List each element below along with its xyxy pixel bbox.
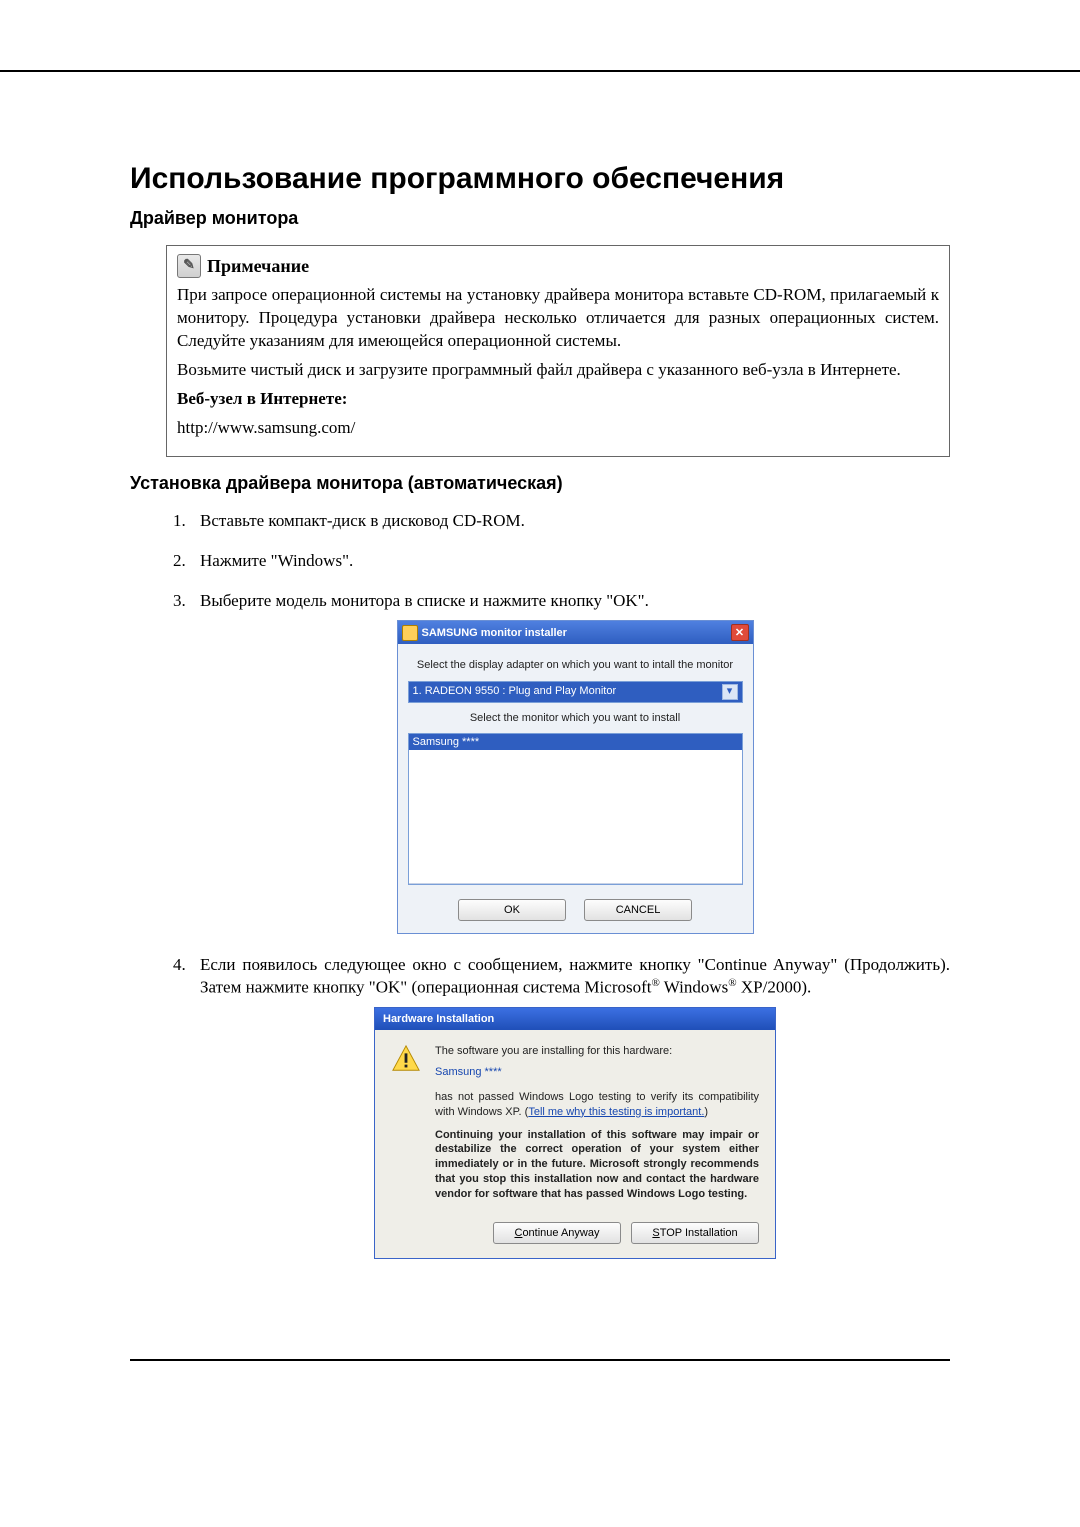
ok-button[interactable]: OK [458, 899, 566, 921]
dialog2-body: The software you are installing for this… [375, 1030, 775, 1258]
hardware-installation-dialog: Hardware Installation Th [374, 1007, 776, 1259]
dialog2-hardware-name: Samsung **** [435, 1065, 759, 1080]
registered-icon: ® [728, 977, 736, 989]
scroll-right-icon[interactable]: › [725, 884, 742, 885]
dialog2-text: The software you are installing for this… [435, 1044, 759, 1202]
note-header: ✎ Примечание [177, 254, 939, 278]
dialog1-body: Select the display adapter on which you … [398, 644, 753, 933]
note-icon: ✎ [177, 254, 201, 278]
horizontal-scrollbar[interactable]: ‹ › [409, 883, 742, 885]
footer-rule [130, 1359, 950, 1361]
page-title: Использование программного обеспечения [130, 162, 950, 196]
note-box: ✎ Примечание При запросе операционной си… [166, 245, 950, 457]
samsung-installer-dialog: SAMSUNG monitor installer ✕ Select the d… [397, 620, 754, 934]
step-1: Вставьте компакт-диск в дисковод CD-ROM. [190, 510, 950, 532]
step-2: Нажмите "Windows". [190, 550, 950, 572]
dialog1-instruction-2: Select the monitor which you want to ins… [408, 711, 743, 725]
chevron-down-icon[interactable]: ▾ [722, 684, 738, 700]
note-paragraph-1: При запросе операционной системы на уста… [177, 284, 939, 353]
why-testing-link[interactable]: Tell me why this testing is important. [528, 1106, 704, 1118]
dialog2-line2b: ) [704, 1106, 708, 1118]
monitor-listbox[interactable]: Samsung **** ‹ › [408, 733, 743, 885]
step-3: Выберите модель монитора в списке и нажм… [190, 590, 950, 934]
document-page: Использование программного обеспечения Д… [0, 70, 1080, 1319]
note-paragraph-2: Возьмите чистый диск и загрузите програм… [177, 359, 939, 382]
cancel-button[interactable]: CANCEL [584, 899, 692, 921]
dialog2-titlebar: Hardware Installation [375, 1008, 775, 1030]
warning-icon [391, 1044, 421, 1074]
note-url: http://www.samsung.com/ [177, 417, 939, 440]
note-label: Примечание [207, 254, 309, 278]
section-driver: Драйвер монитора [130, 208, 950, 229]
list-item[interactable]: Samsung **** [409, 734, 742, 750]
step-4: Если появилось следующее окно с сообщени… [190, 954, 950, 1259]
combo-value: 1. RADEON 9550 : Plug and Play Monitor [413, 684, 617, 698]
steps-list: Вставьте компакт-диск в дисковод CD-ROM.… [190, 510, 950, 1259]
dialog2-line1: The software you are installing for this… [435, 1044, 759, 1059]
step-4-text-c: XP/2000). [737, 978, 812, 997]
step-4-text-b: Windows [660, 978, 728, 997]
section-install-auto: Установка драйвера монитора (автоматичес… [130, 473, 950, 494]
dialog2-line2: has not passed Windows Logo testing to v… [435, 1090, 759, 1120]
continue-label: ontinue Anyway [522, 1227, 599, 1239]
dialog1-titlebar: SAMSUNG monitor installer ✕ [398, 621, 753, 644]
step-3-text: Выберите модель монитора в списке и нажм… [200, 591, 649, 610]
scroll-left-icon[interactable]: ‹ [409, 884, 426, 885]
dialog2-warning-bold: Continuing your installation of this sof… [435, 1128, 759, 1202]
note-web-label: Веб-узел в Интернете: [177, 388, 939, 411]
stop-label: TOP Installation [660, 1227, 738, 1239]
continue-anyway-button[interactable]: Continue Anyway [493, 1222, 621, 1244]
display-adapter-combo[interactable]: 1. RADEON 9550 : Plug and Play Monitor ▾ [408, 681, 743, 703]
dialog1-title-text: SAMSUNG monitor installer [422, 626, 567, 640]
close-icon[interactable]: ✕ [731, 624, 749, 641]
step-4-text-a: Если появилось следующее окно с сообщени… [200, 955, 950, 997]
stop-installation-button[interactable]: STOP Installation [631, 1222, 759, 1244]
app-icon [402, 625, 418, 641]
dialog1-instruction-1: Select the display adapter on which you … [408, 658, 743, 672]
registered-icon: ® [651, 977, 659, 989]
